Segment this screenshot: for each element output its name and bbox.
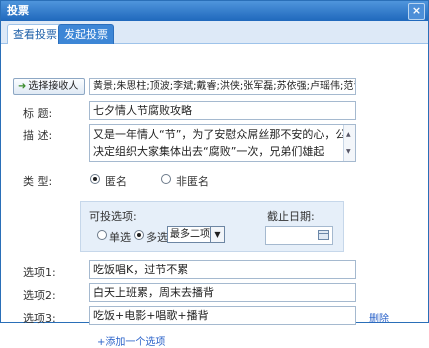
description-line-2: 决定组织大家集体出去“腐败”一次，兄弟们雄起 — [93, 145, 325, 158]
scroll-down-icon[interactable]: ▼ — [346, 143, 351, 160]
vote-window: 投票 × 查看投票 发起投票 ➜ 选择接收人 黄景;朱思柱;顶波;李斌;戴睿;洪侠… — [0, 0, 429, 348]
option-1-label: 选项1: — [23, 266, 56, 279]
single-choice-label: 单选 — [109, 231, 131, 244]
option-3-label: 选项3: — [23, 312, 56, 325]
add-option-link[interactable]: +添加一个选项 — [97, 333, 165, 348]
close-button[interactable]: × — [408, 3, 425, 20]
title-input[interactable]: 七夕情人节腐败攻略 — [89, 101, 356, 120]
max-choices-value: 最多二项 — [170, 229, 210, 240]
vote-settings-panel: 可投选项: 单选 多选 最多二项 ▼ 截止日期: — [80, 201, 344, 252]
option-3-input[interactable]: 吃饭+电影+唱歌+播背 — [89, 306, 356, 325]
deadline-label: 截止日期: — [267, 210, 315, 223]
vote-form: ➜ 选择接收人 黄景;朱思柱;顶波;李斌;戴睿;洪侠;张军磊;苏依强;卢瑶伟;范青… — [1, 44, 428, 348]
option-3-value: 吃饭+电影+唱歌+播背 — [93, 309, 209, 322]
option-2-input[interactable]: 白天上班累，周末去播背 — [89, 283, 356, 302]
calendar-icon[interactable] — [318, 230, 329, 240]
window-title: 投票 — [7, 4, 29, 17]
anonymous-radio[interactable] — [90, 174, 100, 184]
multi-choice-label: 多选 — [146, 231, 168, 244]
arrow-right-icon: ➜ — [18, 81, 27, 92]
option-2-value: 白天上班累，周末去播背 — [93, 286, 214, 299]
recipients-field[interactable]: 黄景;朱思柱;顶波;李斌;戴睿;洪侠;张军磊;苏依强;卢瑶伟;范青; — [89, 78, 356, 95]
chevron-down-icon[interactable]: ▼ — [210, 227, 224, 242]
tab-start-vote[interactable]: 发起投票 — [58, 24, 114, 44]
multi-choice-radio[interactable] — [134, 230, 144, 240]
title-label: 标 题: — [23, 107, 53, 120]
max-choices-select[interactable]: 最多二项 ▼ — [167, 226, 225, 243]
description-scrollbar[interactable]: ▲ ▼ — [343, 125, 355, 161]
tab-bar: 查看投票 发起投票 — [1, 21, 428, 44]
title-bar: 投票 × — [1, 1, 428, 21]
anonymous-label: 匿名 — [105, 175, 127, 188]
option-1-input[interactable]: 吃饭唱K，过节不累 — [89, 260, 356, 279]
tab-view-votes[interactable]: 查看投票 — [7, 24, 63, 44]
title-value: 七夕情人节腐败攻略 — [93, 104, 192, 117]
description-line-1: 又是一年情人“节”，为了安慰众屌丝那不安的心，公司 — [93, 128, 356, 141]
non-anonymous-label: 非匿名 — [176, 175, 209, 188]
type-label: 类 型: — [23, 175, 53, 188]
non-anonymous-radio[interactable] — [161, 174, 171, 184]
option-1-value: 吃饭唱K，过节不累 — [93, 263, 189, 276]
description-textarea[interactable]: 又是一年情人“节”，为了安慰众屌丝那不安的心，公司 决定组织大家集体出去“腐败”… — [89, 124, 356, 162]
deadline-date-input[interactable] — [265, 226, 333, 245]
single-choice-radio[interactable] — [97, 230, 107, 240]
option-2-label: 选项2: — [23, 289, 56, 302]
recipients-value: 黄景;朱思柱;顶波;李斌;戴睿;洪侠;张军磊;苏依强;卢瑶伟;范青; — [93, 81, 356, 92]
description-label: 描 述: — [23, 129, 53, 142]
scroll-up-icon[interactable]: ▲ — [346, 126, 351, 143]
select-recipients-button[interactable]: ➜ 选择接收人 — [13, 78, 85, 95]
selectable-options-label: 可投选项: — [89, 210, 137, 223]
select-recipients-label: 选择接收人 — [28, 81, 79, 92]
